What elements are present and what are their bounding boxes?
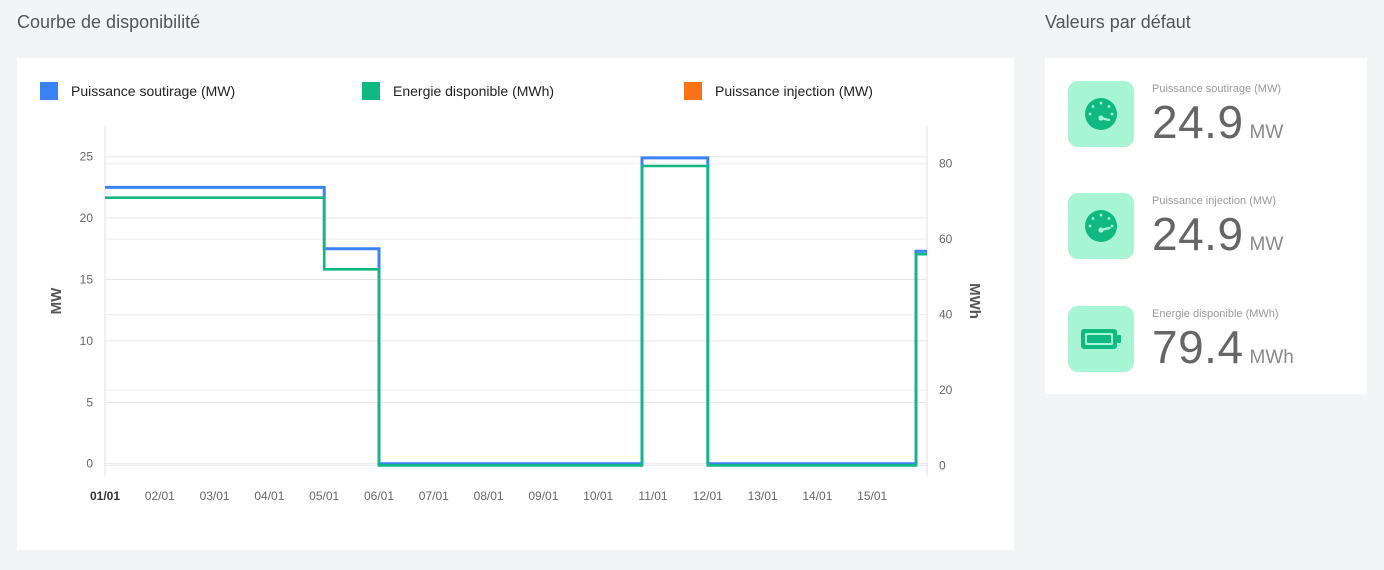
y-right-tick-label: 0: [939, 458, 946, 472]
y-left-tick-label: 20: [80, 211, 94, 225]
x-tick-label: 03/01: [200, 489, 230, 503]
kpi-label: Puissance injection (MW): [1152, 195, 1277, 207]
x-tick-label: 15/01: [857, 489, 887, 503]
y-right-tick-label: 80: [939, 157, 953, 171]
kpi-unit: MW: [1249, 234, 1284, 255]
y-right-tick-label: 20: [939, 383, 953, 397]
y-right-axis-title: MWh: [966, 283, 983, 319]
x-tick-label: 08/01: [474, 489, 504, 503]
y-left-tick-label: 15: [80, 273, 94, 287]
kpi-soutirage: Puissance soutirage (MW) 24.9 MW: [1068, 81, 1358, 149]
x-tick-label: 06/01: [364, 489, 394, 503]
gauge-icon: [1068, 193, 1134, 259]
x-tick-label: 02/01: [145, 489, 175, 503]
kpi-value: 24.9: [1152, 96, 1244, 148]
kpi-energie: Energie disponible (MWh) 79.4 MWh: [1068, 306, 1358, 374]
default-values-card: Puissance soutirage (MW) 24.9 MW Puissan…: [1045, 58, 1367, 394]
x-tick-label: 05/01: [309, 489, 339, 503]
x-tick-label: 07/01: [419, 489, 449, 503]
y-left-tick-label: 0: [86, 457, 93, 471]
kpi-label: Puissance soutirage (MW): [1152, 83, 1281, 95]
y-right-tick-label: 60: [939, 232, 953, 246]
x-tick-label: 12/01: [693, 489, 723, 503]
x-tick-label: 10/01: [583, 489, 613, 503]
series-line-soutirage: [105, 156, 927, 466]
availability-chart-card: Puissance soutirage (MW) Energie disponi…: [17, 58, 1014, 550]
chart-section-title: Courbe de disponibilité: [17, 12, 201, 32]
y-left-tick-label: 5: [86, 395, 93, 409]
x-tick-label: 14/01: [802, 489, 832, 503]
x-tick-label: 01/01: [90, 489, 120, 503]
kpi-unit: MW: [1249, 122, 1284, 143]
availability-chart: 0 5 10 15 20 25 0 20 40 60 80 MW MWh 01/01 02/01 03/01 0…: [48, 126, 983, 503]
gauge-icon: [1068, 81, 1134, 147]
x-tick-label: 11/01: [638, 489, 667, 503]
y-right-tick-label: 40: [939, 308, 953, 322]
y-left-axis-title: MW: [48, 287, 65, 314]
x-tick-label: 09/01: [528, 489, 558, 503]
defaults-section-title: Valeurs par défaut: [1045, 12, 1191, 32]
y-left-tick-label: 10: [80, 334, 94, 348]
kpi-value: 24.9: [1152, 208, 1244, 260]
kpi-unit: MWh: [1249, 347, 1294, 368]
x-tick-label: 13/01: [748, 489, 778, 503]
kpi-label: Energie disponible (MWh): [1152, 308, 1279, 320]
battery-icon: [1068, 306, 1134, 372]
y-left-tick-label: 25: [80, 150, 94, 164]
kpi-injection: Puissance injection (MW) 24.9 MW: [1068, 193, 1358, 261]
series-line-energie: [105, 164, 927, 467]
x-tick-label: 04/01: [254, 489, 284, 503]
kpi-value: 79.4: [1152, 321, 1244, 373]
